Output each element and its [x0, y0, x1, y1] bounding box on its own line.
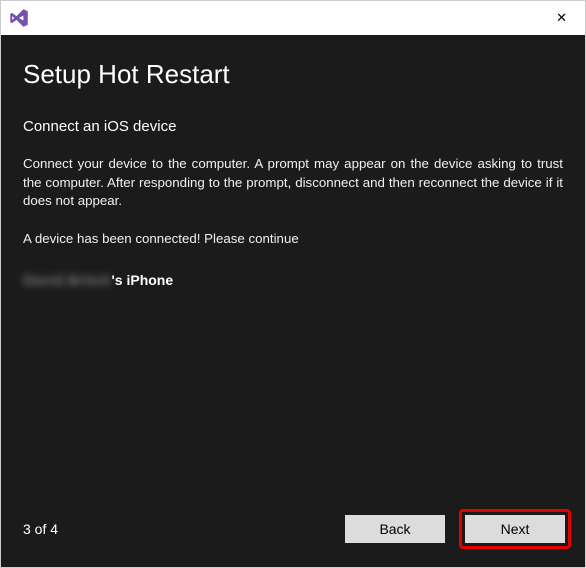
- page-title: Setup Hot Restart: [23, 59, 563, 90]
- visual-studio-icon: [9, 8, 29, 28]
- page-indicator: 3 of 4: [23, 521, 58, 537]
- device-name-suffix: 's iPhone: [111, 272, 173, 288]
- close-button[interactable]: ✕: [548, 6, 575, 30]
- page-subtitle: Connect an iOS device: [23, 118, 563, 135]
- next-button[interactable]: Next: [465, 515, 565, 543]
- button-row: Back Next: [345, 509, 571, 549]
- content-area: Setup Hot Restart Connect an iOS device …: [1, 35, 585, 567]
- instructions-text: Connect your device to the computer. A p…: [23, 155, 563, 211]
- device-owner-blurred: David Britch: [23, 272, 111, 288]
- next-button-highlight: Next: [459, 509, 571, 549]
- titlebar: ✕: [1, 1, 585, 35]
- connected-device: David Britch 's iPhone: [23, 272, 563, 288]
- setup-wizard-window: ✕ Setup Hot Restart Connect an iOS devic…: [0, 0, 586, 568]
- status-text: A device has been connected! Please cont…: [23, 231, 563, 246]
- footer: 3 of 4 Back Next: [23, 509, 571, 549]
- back-button[interactable]: Back: [345, 515, 445, 543]
